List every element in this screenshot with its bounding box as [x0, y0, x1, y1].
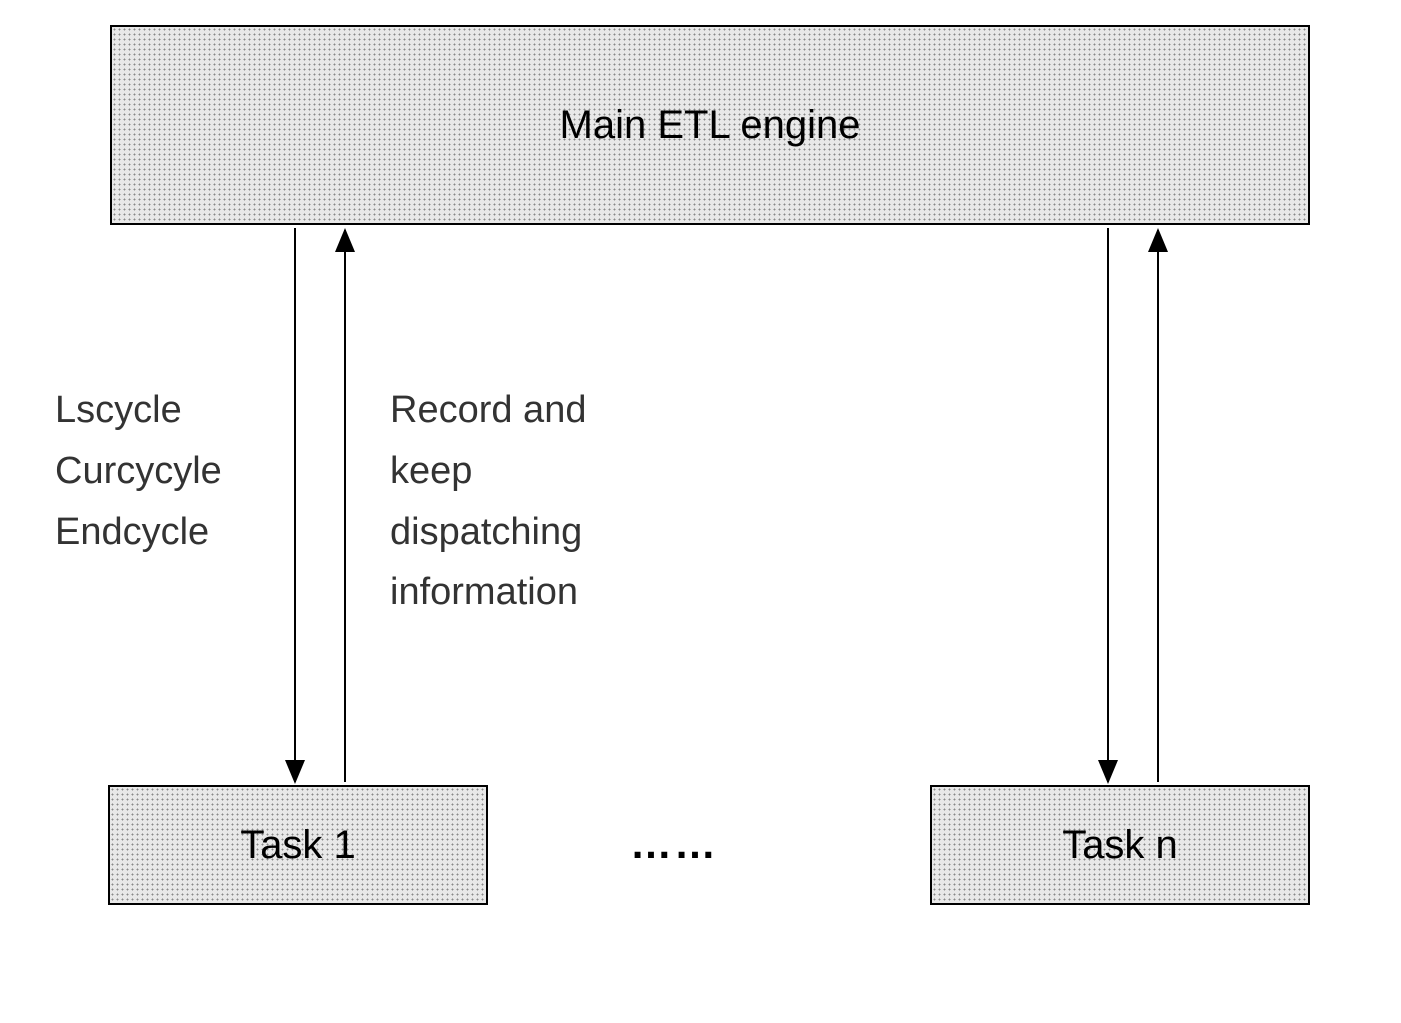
keep-label: keep	[390, 441, 586, 502]
record-and-label: Record and	[390, 380, 586, 441]
main-etl-engine-box: Main ETL engine	[110, 25, 1310, 225]
diagram-container: Main ETL engine Task 1 Task n …… Lscycle…	[0, 0, 1401, 1023]
endcycle-label: Endcycle	[55, 502, 222, 563]
main-etl-engine-label: Main ETL engine	[560, 103, 861, 148]
dispatching-label: dispatching	[390, 502, 586, 563]
left-labels-group: Lscycle Curcycyle Endcycle	[55, 380, 222, 562]
curcycle-label: Curcycyle	[55, 441, 222, 502]
task-n-label: Task n	[1062, 823, 1178, 868]
task-n-box: Task n	[930, 785, 1310, 905]
ellipsis-label: ……	[630, 820, 718, 868]
task-1-label: Task 1	[240, 823, 356, 868]
task-1-box: Task 1	[108, 785, 488, 905]
information-label: information	[390, 562, 586, 623]
lscycle-label: Lscycle	[55, 380, 222, 441]
middle-labels-group: Record and keep dispatching information	[390, 380, 586, 623]
